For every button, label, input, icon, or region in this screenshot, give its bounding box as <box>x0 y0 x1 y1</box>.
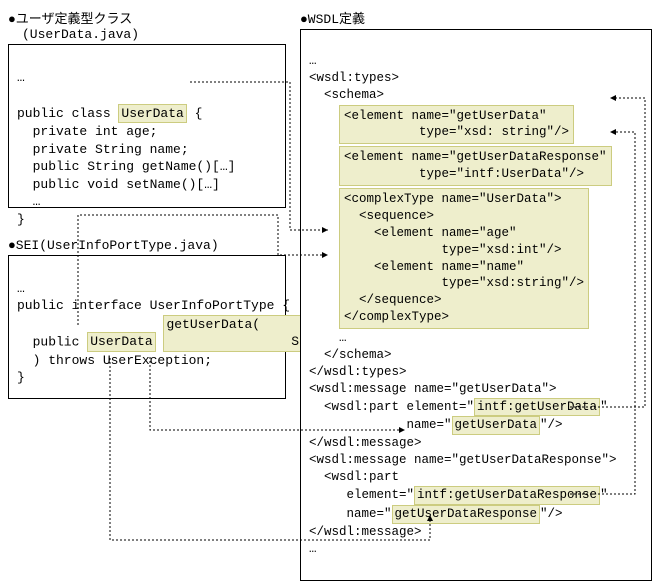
wsdl-name1b: "/> <box>540 418 563 432</box>
wsdl-post3: </wsdl:message> … <box>309 525 422 556</box>
userdata-open-brace: { <box>187 106 203 121</box>
sei-space <box>156 334 164 349</box>
wsdl-name1a: name=" <box>309 418 452 432</box>
sei-code-post: ) throws UserException; } <box>17 353 212 386</box>
userdata-code-pre: … public class <box>17 70 118 121</box>
sei-title: ●SEI(UserInfoPortType.java) <box>8 238 286 253</box>
wsdl-elem-getuserdata: <element name="getUserData" type="xsd: s… <box>339 105 574 145</box>
wsdl-title: ●WSDL定義 <box>300 8 652 27</box>
wsdl-complextype-userdata: <complexType name="UserData"> <sequence>… <box>339 188 589 329</box>
userdata-title: ●ユーザ定義型クラス <box>8 8 286 27</box>
wsdl-pre1: … <wsdl:types> <schema> <box>309 54 399 102</box>
sei-return-type-hl: UserData <box>87 332 155 352</box>
userdata-body: private int age; private String name; pu… <box>17 124 235 227</box>
userdata-code-box: … public class UserData { private int ag… <box>8 44 286 208</box>
wsdl-name2b: "/> <box>540 507 563 521</box>
wsdl-q2: " <box>600 488 608 502</box>
wsdl-name-getuserdata: getUserData <box>452 416 541 435</box>
wsdl-attr-intf-getuserdata: intf:getUserData <box>474 398 600 417</box>
sei-code-box: … public interface UserInfoPortType { pu… <box>8 255 286 399</box>
wsdl-elem-getuserdataresponse: <element name="getUserDataResponse" type… <box>339 146 612 186</box>
wsdl-name-getuserdataresponse: getUserDataResponse <box>392 505 541 524</box>
userdata-classname-hl: UserData <box>118 104 186 124</box>
userdata-subtitle: (UserData.java) <box>22 27 286 42</box>
wsdl-code-box: … <wsdl:types> <schema> <element name="g… <box>300 29 652 581</box>
wsdl-name2a: name=" <box>309 507 392 521</box>
wsdl-q1: " <box>600 400 608 414</box>
wsdl-attr-intf-getuserdataresponse: intf:getUserDataResponse <box>414 486 600 505</box>
